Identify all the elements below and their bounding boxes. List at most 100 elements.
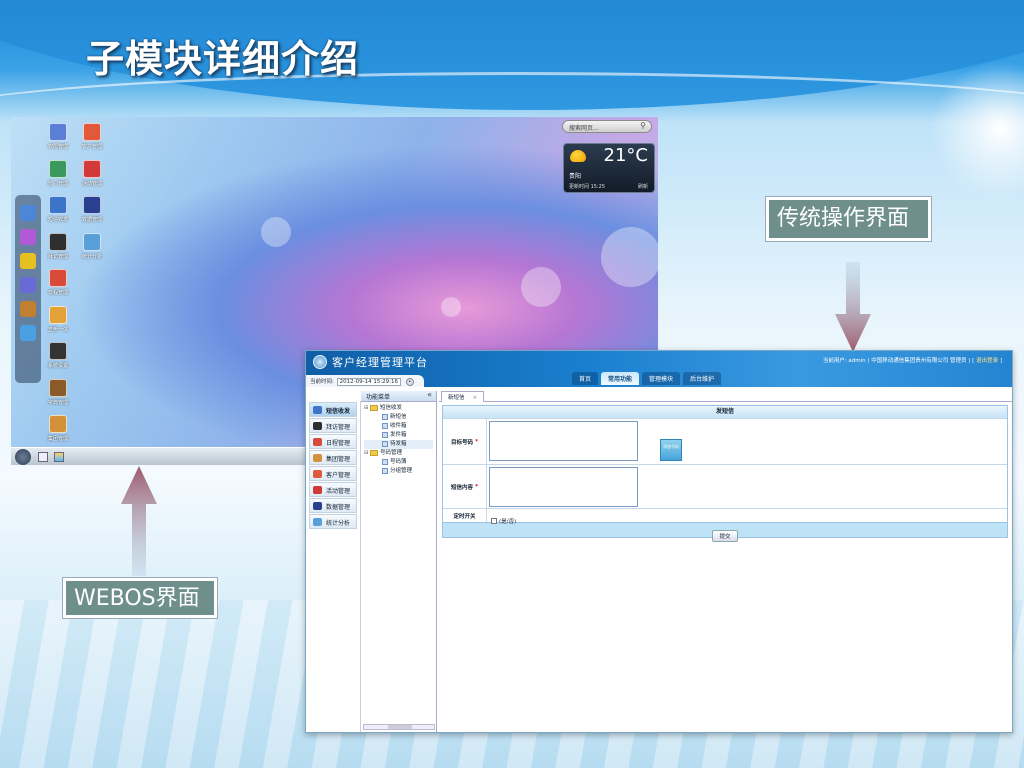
id-icon[interactable] bbox=[20, 301, 36, 317]
document-icon bbox=[382, 458, 388, 465]
sidebar-item-label: 客户管理 bbox=[326, 472, 351, 479]
desktop-icon[interactable]: 统计分析 bbox=[75, 233, 109, 260]
weather-refresh-link[interactable]: 刷新 bbox=[638, 183, 648, 190]
bokeh-light bbox=[441, 297, 461, 317]
schedule-checkbox[interactable] bbox=[491, 517, 497, 524]
sidebar-module-item[interactable]: 活动管理 bbox=[309, 482, 357, 497]
tree-scrollbar[interactable] bbox=[363, 724, 435, 730]
desktop-icon[interactable]: 部门管理 bbox=[41, 160, 75, 187]
classic-app-window: 客户经理管理平台 当前用户: admin ( 中国移动通信集团贵州有限公司 管理… bbox=[305, 350, 1013, 733]
message-icon bbox=[49, 196, 67, 214]
desktop-icon[interactable]: 数据管理 bbox=[75, 196, 109, 223]
desktop-search-input[interactable]: 搜索网页... ⚲ bbox=[562, 120, 652, 133]
nav-tab[interactable]: 后台维护 bbox=[683, 372, 722, 385]
sidebar-module-item[interactable]: 拜访管理 bbox=[309, 418, 357, 433]
screen-icon[interactable] bbox=[20, 325, 36, 341]
desktop-icon[interactable]: 五色一体 bbox=[41, 306, 75, 333]
scroll-thumb[interactable] bbox=[388, 725, 412, 729]
tree-node[interactable]: ⊟ 号码管理 bbox=[364, 449, 433, 458]
module-icon bbox=[313, 406, 322, 414]
app-header: 客户经理管理平台 当前用户: admin ( 中国移动通信集团贵州有限公司 管理… bbox=[306, 351, 1012, 387]
user-info-text: 当前用户: admin ( 中国移动通信集团贵州有限公司 管理员 ) [ bbox=[822, 358, 975, 364]
star-icon[interactable] bbox=[20, 229, 36, 245]
logout-link[interactable]: 退出登录 bbox=[976, 358, 998, 364]
tree-node[interactable]: ⊟ 短信收发 bbox=[364, 404, 433, 413]
arrow-up-icon bbox=[121, 466, 157, 576]
sidebar-module-item[interactable]: 短信收发 bbox=[309, 402, 357, 417]
weather-updated: 更新时间 15:25 bbox=[569, 184, 605, 190]
tree-node[interactable]: 发件箱 bbox=[364, 431, 433, 440]
sidebar-module-item[interactable]: 客户管理 bbox=[309, 466, 357, 481]
desktop-icon-label: 活动管理 bbox=[81, 181, 102, 187]
target-label-text: 目标号码 bbox=[451, 439, 474, 446]
schedule-row: 定时开关 (是/否) bbox=[443, 508, 1007, 525]
nav-tab[interactable]: 管理模块 bbox=[642, 372, 681, 385]
target-number-field[interactable] bbox=[489, 421, 638, 461]
desktop-icon[interactable]: 权限管理 bbox=[41, 123, 75, 150]
start-button[interactable] bbox=[15, 449, 31, 465]
search-icon[interactable]: ⚲ bbox=[640, 121, 646, 130]
desktop-icon[interactable]: 拜访管理 bbox=[41, 233, 75, 260]
document-icon bbox=[382, 413, 388, 420]
module-icon bbox=[313, 502, 322, 510]
module-icon bbox=[313, 518, 322, 526]
grid-icon[interactable] bbox=[20, 277, 36, 293]
tree-node[interactable]: 分组管理 bbox=[364, 467, 433, 476]
form-title: 发短信 bbox=[443, 406, 1007, 418]
tree-title: 功能菜单 bbox=[366, 394, 391, 401]
calendar-icon bbox=[49, 269, 67, 287]
target-number-label: 目标号码 * bbox=[443, 419, 487, 464]
camera-icon bbox=[49, 342, 67, 360]
folder-icon bbox=[370, 404, 378, 411]
desktop-icon[interactable]: 客户管理 bbox=[75, 123, 109, 150]
tree-node[interactable]: 新短信 bbox=[364, 413, 433, 422]
desktop-icon-label: 字典管理 bbox=[47, 400, 68, 406]
close-icon[interactable]: × bbox=[473, 395, 478, 401]
sun-icon[interactable] bbox=[20, 253, 36, 269]
sms-content-label: 短信内容 * bbox=[443, 465, 487, 508]
desktop-icon-label: 数据管理 bbox=[81, 217, 102, 223]
tree-node[interactable]: 号码簿 bbox=[364, 458, 433, 467]
clock-toggle-icon[interactable]: • bbox=[405, 377, 414, 386]
sidebar-module-item[interactable]: 数据管理 bbox=[309, 498, 357, 513]
collapse-icon[interactable]: « bbox=[427, 390, 432, 399]
tree-header: 功能菜单 « bbox=[361, 390, 436, 402]
desktop-icon[interactable]: 系统设置 bbox=[41, 342, 75, 369]
china-mobile-logo-icon bbox=[313, 355, 327, 369]
document-icon bbox=[382, 422, 388, 429]
desktop-icon[interactable]: 活动管理 bbox=[75, 160, 109, 187]
tab-new-sms[interactable]: 新短信 × bbox=[441, 391, 485, 402]
sidebar-module-item[interactable]: 日程管理 bbox=[309, 434, 357, 449]
nav-tab[interactable]: 首页 bbox=[572, 372, 599, 385]
tab-label: 新短信 bbox=[448, 395, 465, 401]
submit-row: 提交 bbox=[443, 522, 1007, 542]
tree-node-label: 待发箱 bbox=[390, 441, 407, 447]
user-info: 当前用户: admin ( 中国移动通信集团贵州有限公司 管理员 ) [ 退出登… bbox=[823, 356, 1002, 364]
desktop-icon[interactable]: 字典管理 bbox=[41, 379, 75, 406]
sms-content-cell bbox=[487, 465, 1007, 508]
desktop-icon[interactable]: 短信收发 bbox=[41, 196, 75, 223]
add-number-button[interactable]: 添加号码 bbox=[660, 439, 682, 461]
light-flare bbox=[930, 60, 1024, 200]
sidebar-module-item[interactable]: 统计分析 bbox=[309, 514, 357, 529]
content-label-text: 短信内容 bbox=[451, 484, 474, 491]
tree-node[interactable]: 收件箱 bbox=[364, 422, 433, 431]
sidebar-module-item[interactable]: 集团管理 bbox=[309, 450, 357, 465]
tree-node-label: 短信收发 bbox=[380, 405, 403, 411]
target-number-cell: 添加号码 bbox=[487, 419, 1007, 464]
submit-button[interactable]: 提交 bbox=[712, 530, 738, 542]
sms-content-field[interactable] bbox=[489, 467, 638, 507]
tree-node-label: 新短信 bbox=[390, 414, 407, 420]
tree-node[interactable]: 待发箱 bbox=[364, 440, 433, 449]
show-desktop-icon[interactable] bbox=[38, 452, 48, 462]
sidebar-item-label: 统计分析 bbox=[326, 520, 351, 527]
people-icon bbox=[49, 160, 67, 178]
desktop-icon[interactable]: 日程管理 bbox=[41, 269, 75, 296]
sidebar-item-label: 数据管理 bbox=[326, 504, 351, 511]
globe-icon[interactable] bbox=[20, 205, 36, 221]
desktop-icon[interactable]: 集团管理 bbox=[41, 415, 75, 442]
nav-tab[interactable]: 常用功能 bbox=[601, 372, 640, 385]
browser-icon[interactable] bbox=[54, 452, 64, 462]
desktop-icon-label: 拜访管理 bbox=[47, 254, 68, 260]
arrow-down-icon bbox=[835, 262, 871, 352]
